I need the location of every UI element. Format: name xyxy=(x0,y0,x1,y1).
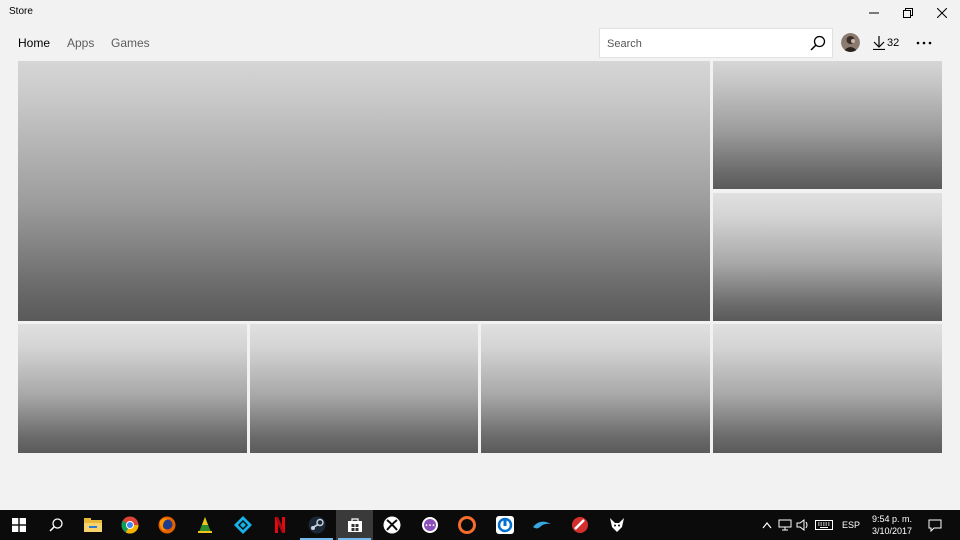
restore-button[interactable] xyxy=(891,0,925,26)
uplay-blue-icon xyxy=(495,516,514,534)
dolphin-icon xyxy=(532,521,551,529)
svg-text:•••: ••• xyxy=(424,523,435,530)
show-hidden-icons-icon[interactable] xyxy=(762,521,772,529)
clock-time: 9:54 p. m. xyxy=(871,514,913,524)
wolf-icon xyxy=(609,518,624,532)
minimize-icon xyxy=(869,12,879,14)
tab-apps[interactable]: Apps xyxy=(67,36,94,50)
side-tile-bottom[interactable] xyxy=(713,193,942,321)
side-tile-top[interactable] xyxy=(713,61,942,189)
wolf-button[interactable] xyxy=(598,510,635,540)
search-input[interactable] xyxy=(607,36,797,51)
taskbar: ••• ESP 9:54 p. m. 3/10/2017 xyxy=(0,510,960,540)
tab-home[interactable]: Home xyxy=(18,36,50,50)
start-button[interactable] xyxy=(0,510,37,540)
window-title: Store xyxy=(9,6,33,17)
uplay-button[interactable]: ••• xyxy=(411,510,448,540)
restore-icon xyxy=(903,8,913,18)
action-center-icon[interactable] xyxy=(928,519,942,532)
clock[interactable]: 9:54 p. m. 3/10/2017 xyxy=(860,513,924,537)
keyboard-icon[interactable] xyxy=(815,519,833,531)
more-button[interactable] xyxy=(914,35,934,51)
search-icon[interactable] xyxy=(810,35,826,56)
hero-tile[interactable] xyxy=(18,61,710,321)
tab-games[interactable]: Games xyxy=(111,36,150,50)
network-icon[interactable] xyxy=(778,519,792,531)
close-icon xyxy=(937,8,947,18)
store-button[interactable] xyxy=(336,510,373,540)
vlc-cone-icon xyxy=(197,517,212,533)
windows-start-icon xyxy=(11,518,26,532)
store-icon xyxy=(347,518,362,532)
downloads-count: 32 xyxy=(887,37,900,49)
firefox-icon xyxy=(158,516,175,534)
row-tile-1[interactable] xyxy=(18,324,247,453)
uplay-blue-button[interactable] xyxy=(486,510,523,540)
steam-button[interactable] xyxy=(298,510,335,540)
download-icon xyxy=(873,36,885,50)
close-button[interactable] xyxy=(925,0,959,26)
row-tile-3[interactable] xyxy=(481,324,710,453)
more-icon xyxy=(916,41,932,45)
avatar[interactable] xyxy=(841,33,860,52)
row-tile-2[interactable] xyxy=(250,324,478,453)
chrome-button[interactable] xyxy=(111,510,148,540)
kodi-icon xyxy=(233,516,252,534)
xbox-button[interactable] xyxy=(373,510,410,540)
game-button[interactable] xyxy=(561,510,598,540)
volume-icon[interactable] xyxy=(796,519,810,531)
kodi-button[interactable] xyxy=(224,510,261,540)
firefox-button[interactable] xyxy=(148,510,185,540)
file-explorer-button[interactable] xyxy=(74,510,111,540)
game-icon xyxy=(571,517,588,533)
title-bar: Store xyxy=(0,0,960,26)
search-icon xyxy=(48,518,63,532)
dolphin-button[interactable] xyxy=(523,510,560,540)
origin-icon xyxy=(457,516,476,534)
row-tile-4[interactable] xyxy=(713,324,942,453)
minimize-button[interactable] xyxy=(857,0,891,26)
netflix-button[interactable] xyxy=(261,510,298,540)
language-indicator[interactable]: ESP xyxy=(842,520,860,530)
taskbar-search-button[interactable] xyxy=(37,510,74,540)
xbox-icon xyxy=(383,516,400,534)
search-box[interactable] xyxy=(599,28,833,58)
uplay-icon: ••• xyxy=(421,517,438,533)
file-explorer-icon xyxy=(83,518,102,532)
chrome-icon xyxy=(121,516,138,534)
origin-button[interactable] xyxy=(448,510,485,540)
clock-date: 3/10/2017 xyxy=(871,526,913,536)
steam-icon xyxy=(308,516,325,534)
downloads-button[interactable]: 32 xyxy=(873,35,899,51)
netflix-icon xyxy=(274,517,285,533)
vlc-button[interactable] xyxy=(186,510,223,540)
